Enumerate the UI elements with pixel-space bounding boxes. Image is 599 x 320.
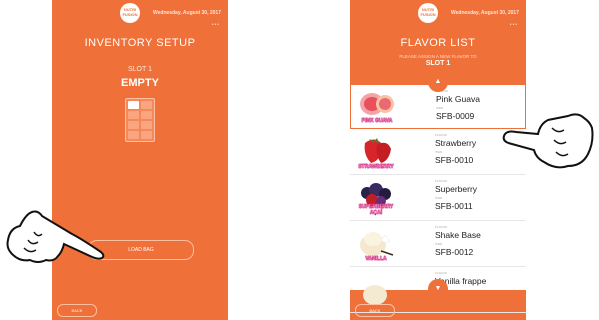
item-code: SFB-0012	[435, 247, 474, 257]
flavor-key: FLAVOR	[435, 271, 447, 275]
flavor-tag: PINK GUAVA	[361, 118, 393, 124]
flavor-key: FLAVOR	[435, 179, 447, 183]
slot-cell	[141, 131, 152, 139]
pointing-hand-icon	[502, 113, 594, 169]
slot-grid-icon	[125, 98, 155, 142]
slot-cell	[128, 121, 139, 129]
page-title: FLAVOR LIST	[400, 37, 476, 49]
flavor-tag: VANILLA	[365, 256, 387, 262]
slot-cell	[141, 111, 152, 119]
flavor-name: Strawberry	[435, 138, 477, 148]
more-dots-icon[interactable]: •••	[510, 22, 518, 28]
item-key: ITEM	[436, 106, 444, 110]
back-button[interactable]: BACK	[57, 304, 97, 317]
slot-label: SLOT 1	[425, 60, 451, 67]
item-key: ITEM	[435, 242, 443, 246]
flavor-key: FLAVOR	[435, 133, 447, 137]
page-title: INVENTORY SETUP	[84, 37, 196, 49]
top-bar: NUTRI FUSION Wednesday, August 30, 2017 •…	[52, 0, 228, 30]
slot-cell	[141, 101, 152, 109]
top-bar: NUTRI FUSION Wednesday, August 30, 2017 •…	[350, 0, 526, 30]
more-dots-icon[interactable]: •••	[212, 22, 220, 28]
flavor-name: Pink Guava	[436, 94, 480, 104]
instruction-text: PLEASE ASSIGN A NEW FLAVOR TO	[399, 54, 477, 59]
flavor-name: Superberry	[435, 184, 478, 194]
slot-status: EMPTY	[121, 77, 159, 89]
item-key: ITEM	[435, 196, 443, 200]
slot-cell	[128, 131, 139, 139]
item-code: SFB-0009	[436, 111, 475, 121]
item-code: SFB-0010	[435, 155, 474, 165]
scroll-down-button[interactable]: ▼	[428, 279, 448, 299]
back-button[interactable]: BACK	[355, 304, 395, 317]
flavor-tag: SUPERBERRY AÇAÍ	[358, 204, 394, 216]
list-item[interactable]: SUPERBERRY AÇAÍ FLAVOR Superberry ITEM S…	[350, 175, 526, 221]
slot-cell	[128, 111, 139, 119]
slot-label: SLOT 1	[128, 66, 152, 73]
flavor-key: FLAVOR	[435, 225, 447, 229]
slot-cell-selected	[128, 101, 139, 109]
slot-cell	[141, 121, 152, 129]
scroll-up-button[interactable]: ▲	[428, 72, 448, 92]
brand-logo: NUTRI FUSION	[120, 3, 140, 23]
item-key: ITEM	[435, 150, 443, 154]
brand-logo: NUTRI FUSION	[418, 3, 438, 23]
item-code: SFB-0011	[435, 201, 473, 211]
date-label: Wednesday, August 30, 2017	[153, 10, 221, 16]
flavor-tag: STRAWBERRY	[358, 164, 394, 170]
pointing-hand-icon	[6, 210, 105, 263]
flavor-name: Shake Base	[435, 230, 481, 240]
date-label: Wednesday, August 30, 2017	[451, 10, 519, 16]
inventory-setup-screen: NUTRI FUSION Wednesday, August 30, 2017 •…	[52, 0, 228, 320]
list-item[interactable]: VANILLA FLAVOR Shake Base ITEM SFB-0012	[350, 221, 526, 267]
